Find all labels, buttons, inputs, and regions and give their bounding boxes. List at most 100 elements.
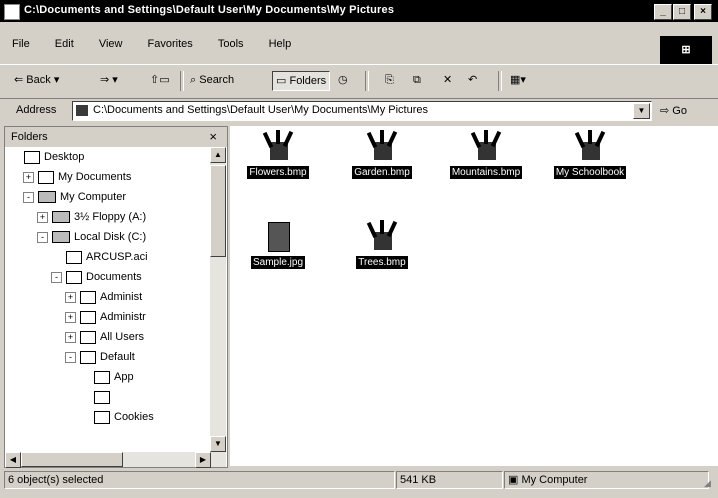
undo-button[interactable]: ↶ xyxy=(468,71,477,89)
tree-item[interactable]: App xyxy=(79,369,134,385)
status-size: 541 KB xyxy=(396,471,503,489)
file-view: Flowers.bmp Garden.bmp Mountains.bmp My Sch… xyxy=(230,126,718,466)
expand-icon[interactable]: + xyxy=(65,311,76,323)
expand-icon[interactable]: + xyxy=(23,171,34,183)
views-button[interactable]: ▦▾ xyxy=(510,71,526,89)
search-label: Search xyxy=(199,74,235,86)
horizontal-scrollbar[interactable]: ◀ ▶ xyxy=(5,452,226,468)
paint-file-icon xyxy=(366,220,398,252)
maximize-button[interactable]: □ xyxy=(673,4,691,20)
go-arrow-icon: ⇨ xyxy=(660,105,670,117)
tree-item[interactable]: + Administ xyxy=(65,289,142,305)
up-folder-button[interactable]: ⇧▭ xyxy=(150,71,170,89)
scroll-thumb[interactable] xyxy=(210,165,226,257)
explorer-window: C:\Documents and Settings\Default User\M… xyxy=(0,0,718,498)
tree-item[interactable]: - Documents xyxy=(51,269,142,285)
menu-bar: File Edit View Favorites Tools Help xyxy=(0,38,660,56)
tree-item[interactable]: + All Users xyxy=(65,329,144,345)
file-item[interactable]: Flowers.bmp xyxy=(232,130,324,179)
copy-to-icon: ⧉ xyxy=(413,74,421,86)
tree-item-label: Default xyxy=(100,351,135,363)
folders-pane-header: Folders × xyxy=(5,127,227,147)
folder-icon xyxy=(80,330,96,344)
scroll-right-icon[interactable]: ▶ xyxy=(195,452,211,468)
tree-item[interactable]: + My Documents xyxy=(23,169,131,185)
file-item[interactable]: Trees.bmp xyxy=(336,220,428,269)
folder-icon xyxy=(94,370,110,384)
tree-item[interactable]: ARCUSP.aci xyxy=(51,249,148,265)
copy-to-button[interactable]: ⧉ xyxy=(413,71,421,89)
image-file-icon xyxy=(262,220,294,252)
collapse-icon[interactable]: - xyxy=(37,231,48,243)
folder-icon xyxy=(80,350,96,364)
file-label: My Schoolbook xyxy=(553,166,627,179)
chevron-down-icon: ▾ xyxy=(53,74,60,86)
tree-item-label: My Documents xyxy=(58,171,132,183)
scroll-left-icon[interactable]: ◀ xyxy=(5,452,21,468)
scroll-down-icon[interactable]: ▼ xyxy=(210,436,226,452)
address-label: Address xyxy=(16,104,57,116)
menu-favorites[interactable]: Favorites xyxy=(148,38,193,50)
drive-icon xyxy=(52,231,70,244)
expand-icon[interactable]: + xyxy=(37,211,48,223)
expand-icon[interactable]: + xyxy=(65,331,76,343)
history-button[interactable]: ◷ xyxy=(338,71,348,89)
delete-button[interactable]: ✕ xyxy=(443,71,452,89)
address-bar: Address C:\Documents and Settings\Defaul… xyxy=(0,98,718,123)
collapse-icon[interactable]: - xyxy=(65,351,76,363)
tree-item-label: All Users xyxy=(100,331,145,343)
folders-button[interactable]: ▭ Folders xyxy=(272,71,331,91)
file-label: Flowers.bmp xyxy=(247,166,309,179)
move-to-button[interactable]: ⎘ xyxy=(385,71,394,89)
menu-file[interactable]: File xyxy=(12,38,30,50)
search-button[interactable]: ⌕ Search xyxy=(190,71,234,89)
close-icon[interactable]: × xyxy=(209,129,217,144)
file-item[interactable]: Mountains.bmp xyxy=(440,130,532,179)
folder-icon xyxy=(38,170,54,184)
resize-grip-icon[interactable]: ◢ xyxy=(704,478,716,490)
history-icon: ◷ xyxy=(338,74,348,86)
tree-item[interactable] xyxy=(79,389,114,405)
folder-icon xyxy=(94,390,110,404)
folders-label: Folders xyxy=(289,75,327,87)
close-button[interactable]: × xyxy=(694,4,712,20)
file-item[interactable]: My Schoolbook xyxy=(544,130,636,179)
menu-edit[interactable]: Edit xyxy=(55,38,74,50)
forward-button[interactable]: ⇒ ▾ xyxy=(100,71,118,89)
chevron-down-icon[interactable]: ▼ xyxy=(633,103,650,119)
file-item[interactable]: Garden.bmp xyxy=(336,130,428,179)
window-title: C:\Documents and Settings\Default User\M… xyxy=(24,4,395,16)
toolbar: ⇐ Back ▾ ⇒ ▾ ⇧▭ ⌕ Search ▭ Folders ◷ ⎘ ⧉ xyxy=(0,64,718,95)
back-label: Back xyxy=(26,74,51,86)
address-input[interactable]: C:\Documents and Settings\Default User\M… xyxy=(72,101,652,121)
minimize-button[interactable]: _ xyxy=(654,4,672,20)
delete-icon: ✕ xyxy=(443,74,453,86)
expand-icon[interactable]: + xyxy=(65,291,76,303)
vertical-scrollbar[interactable]: ▲ ▼ xyxy=(210,147,226,452)
folder-icon xyxy=(66,270,82,284)
tree-item[interactable]: - Local Disk (C:) xyxy=(37,229,146,245)
file-item[interactable]: Sample.jpg xyxy=(232,220,324,269)
tree-item[interactable]: - My Computer xyxy=(23,189,126,205)
collapse-icon[interactable]: - xyxy=(23,191,34,203)
tree-item[interactable]: +3½ Floppy (A:) xyxy=(37,209,146,225)
scroll-thumb[interactable] xyxy=(21,452,123,467)
collapse-icon[interactable]: - xyxy=(51,271,62,283)
back-button[interactable]: ⇐ Back ▾ xyxy=(14,71,59,89)
views-icon: ▦▾ xyxy=(510,74,526,86)
go-button[interactable]: ⇨ Go xyxy=(660,104,687,117)
tree-item[interactable]: Cookies xyxy=(79,409,154,425)
folders-icon: ▭ xyxy=(276,75,287,87)
back-arrow-icon: ⇐ xyxy=(14,74,24,86)
scroll-up-icon[interactable]: ▲ xyxy=(210,147,226,163)
folder-icon xyxy=(80,310,96,324)
title-bar[interactable]: C:\Documents and Settings\Default User\M… xyxy=(0,0,718,22)
menu-tools[interactable]: Tools xyxy=(218,38,244,50)
tree-item[interactable]: - Default xyxy=(65,349,135,365)
menu-view[interactable]: View xyxy=(99,38,123,50)
paint-file-icon xyxy=(262,130,294,162)
menu-help[interactable]: Help xyxy=(269,38,292,50)
tree-item[interactable]: + Administr xyxy=(65,309,146,325)
tree-item[interactable]: Desktop xyxy=(9,149,84,165)
windows-logo: ⊞ xyxy=(660,36,712,64)
